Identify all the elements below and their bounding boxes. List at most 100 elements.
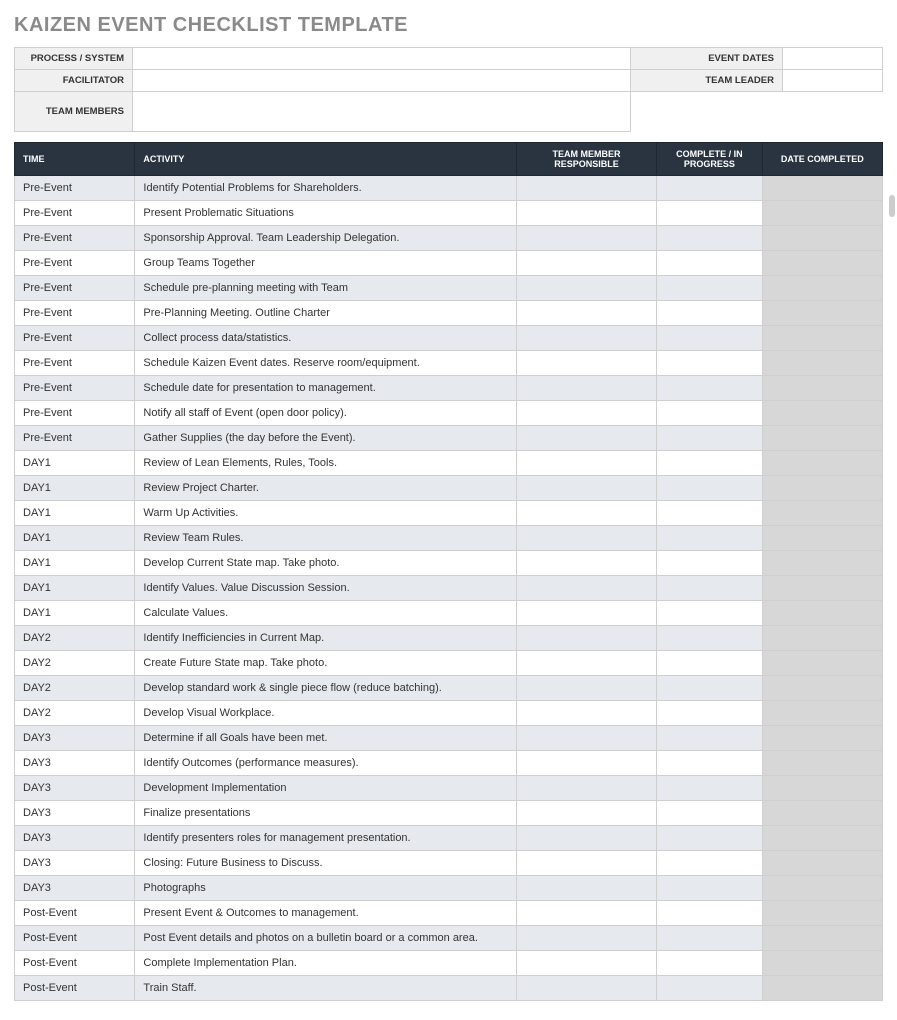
cell-status[interactable] xyxy=(657,676,762,701)
cell-activity[interactable]: Post Event details and photos on a bulle… xyxy=(135,926,516,951)
cell-activity[interactable]: Sponsorship Approval. Team Leadership De… xyxy=(135,226,516,251)
cell-status[interactable] xyxy=(657,876,762,901)
cell-status[interactable] xyxy=(657,626,762,651)
cell-time[interactable]: Pre-Event xyxy=(15,301,135,326)
cell-date[interactable] xyxy=(762,401,882,426)
cell-time[interactable]: DAY3 xyxy=(15,851,135,876)
cell-date[interactable] xyxy=(762,551,882,576)
cell-time[interactable]: DAY2 xyxy=(15,626,135,651)
cell-activity[interactable]: Develop Current State map. Take photo. xyxy=(135,551,516,576)
cell-responsible[interactable] xyxy=(516,851,656,876)
cell-time[interactable]: DAY3 xyxy=(15,876,135,901)
cell-activity[interactable]: Review Project Charter. xyxy=(135,476,516,501)
cell-status[interactable] xyxy=(657,701,762,726)
cell-status[interactable] xyxy=(657,851,762,876)
cell-status[interactable] xyxy=(657,176,762,201)
cell-activity[interactable]: Schedule Kaizen Event dates. Reserve roo… xyxy=(135,351,516,376)
cell-date[interactable] xyxy=(762,576,882,601)
cell-time[interactable]: Pre-Event xyxy=(15,276,135,301)
cell-date[interactable] xyxy=(762,951,882,976)
cell-responsible[interactable] xyxy=(516,176,656,201)
cell-status[interactable] xyxy=(657,276,762,301)
cell-date[interactable] xyxy=(762,926,882,951)
cell-time[interactable]: DAY2 xyxy=(15,701,135,726)
cell-activity[interactable]: Closing: Future Business to Discuss. xyxy=(135,851,516,876)
cell-date[interactable] xyxy=(762,701,882,726)
scrollbar-thumb[interactable] xyxy=(889,195,895,217)
cell-date[interactable] xyxy=(762,901,882,926)
cell-activity[interactable]: Calculate Values. xyxy=(135,601,516,626)
cell-activity[interactable]: Identify Inefficiencies in Current Map. xyxy=(135,626,516,651)
cell-status[interactable] xyxy=(657,351,762,376)
cell-status[interactable] xyxy=(657,526,762,551)
cell-status[interactable] xyxy=(657,426,762,451)
cell-responsible[interactable] xyxy=(516,951,656,976)
cell-date[interactable] xyxy=(762,226,882,251)
cell-responsible[interactable] xyxy=(516,476,656,501)
cell-time[interactable]: Pre-Event xyxy=(15,176,135,201)
cell-activity[interactable]: Identify Values. Value Discussion Sessio… xyxy=(135,576,516,601)
cell-time[interactable]: DAY1 xyxy=(15,476,135,501)
cell-time[interactable]: DAY2 xyxy=(15,676,135,701)
cell-date[interactable] xyxy=(762,176,882,201)
cell-time[interactable]: DAY1 xyxy=(15,601,135,626)
cell-date[interactable] xyxy=(762,376,882,401)
cell-activity[interactable]: Determine if all Goals have been met. xyxy=(135,726,516,751)
cell-responsible[interactable] xyxy=(516,601,656,626)
cell-responsible[interactable] xyxy=(516,676,656,701)
value-team-leader[interactable] xyxy=(783,70,883,92)
cell-activity[interactable]: Identify Outcomes (performance measures)… xyxy=(135,751,516,776)
cell-date[interactable] xyxy=(762,726,882,751)
cell-responsible[interactable] xyxy=(516,576,656,601)
cell-date[interactable] xyxy=(762,851,882,876)
cell-responsible[interactable] xyxy=(516,251,656,276)
cell-responsible[interactable] xyxy=(516,626,656,651)
cell-responsible[interactable] xyxy=(516,801,656,826)
cell-status[interactable] xyxy=(657,801,762,826)
cell-responsible[interactable] xyxy=(516,551,656,576)
cell-date[interactable] xyxy=(762,251,882,276)
cell-status[interactable] xyxy=(657,651,762,676)
cell-time[interactable]: DAY3 xyxy=(15,726,135,751)
cell-status[interactable] xyxy=(657,376,762,401)
cell-date[interactable] xyxy=(762,801,882,826)
cell-responsible[interactable] xyxy=(516,976,656,1001)
cell-time[interactable]: Pre-Event xyxy=(15,201,135,226)
cell-date[interactable] xyxy=(762,526,882,551)
cell-status[interactable] xyxy=(657,926,762,951)
cell-activity[interactable]: Review Team Rules. xyxy=(135,526,516,551)
cell-activity[interactable]: Develop Visual Workplace. xyxy=(135,701,516,726)
cell-status[interactable] xyxy=(657,226,762,251)
cell-date[interactable] xyxy=(762,451,882,476)
value-facilitator[interactable] xyxy=(133,70,631,92)
cell-activity[interactable]: Identify Potential Problems for Sharehol… xyxy=(135,176,516,201)
cell-date[interactable] xyxy=(762,426,882,451)
cell-status[interactable] xyxy=(657,726,762,751)
cell-activity[interactable]: Development Implementation xyxy=(135,776,516,801)
cell-activity[interactable]: Develop standard work & single piece flo… xyxy=(135,676,516,701)
cell-responsible[interactable] xyxy=(516,276,656,301)
cell-time[interactable]: DAY2 xyxy=(15,651,135,676)
cell-activity[interactable]: Gather Supplies (the day before the Even… xyxy=(135,426,516,451)
cell-time[interactable]: Pre-Event xyxy=(15,401,135,426)
cell-activity[interactable]: Warm Up Activities. xyxy=(135,501,516,526)
cell-status[interactable] xyxy=(657,976,762,1001)
cell-activity[interactable]: Complete Implementation Plan. xyxy=(135,951,516,976)
cell-time[interactable]: Post-Event xyxy=(15,976,135,1001)
cell-time[interactable]: Post-Event xyxy=(15,926,135,951)
cell-activity[interactable]: Present Problematic Situations xyxy=(135,201,516,226)
cell-time[interactable]: DAY1 xyxy=(15,451,135,476)
cell-status[interactable] xyxy=(657,301,762,326)
cell-activity[interactable]: Review of Lean Elements, Rules, Tools. xyxy=(135,451,516,476)
cell-responsible[interactable] xyxy=(516,426,656,451)
cell-time[interactable]: DAY1 xyxy=(15,501,135,526)
cell-responsible[interactable] xyxy=(516,726,656,751)
cell-activity[interactable]: Notify all staff of Event (open door pol… xyxy=(135,401,516,426)
cell-time[interactable]: Pre-Event xyxy=(15,426,135,451)
cell-responsible[interactable] xyxy=(516,926,656,951)
cell-time[interactable]: DAY1 xyxy=(15,526,135,551)
value-team-members[interactable] xyxy=(133,92,631,132)
cell-responsible[interactable] xyxy=(516,401,656,426)
cell-status[interactable] xyxy=(657,251,762,276)
cell-activity[interactable]: Create Future State map. Take photo. xyxy=(135,651,516,676)
